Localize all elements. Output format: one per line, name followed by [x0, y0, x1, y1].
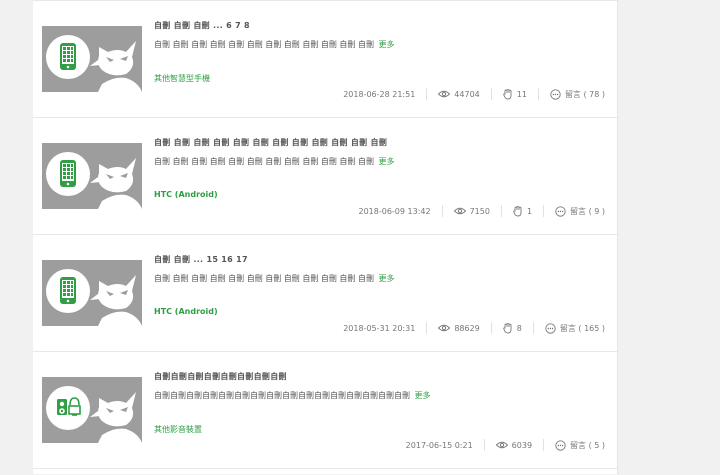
post-thumbnail[interactable] [42, 143, 142, 209]
post-meta: 2018-05-31 20:31 88629 8 留言 ( 165 ) [343, 321, 605, 335]
comment-count-value: 留言 ( 5 ) [570, 440, 605, 450]
comment-icon [555, 205, 566, 217]
excerpt-text: 自刪 自刪 自刪 自刪 自刪 自刪 自刪 自刪 自刪 自刪 自刪 自刪 [154, 274, 374, 283]
post-item[interactable]: 自刪自刪自刪自刪自刪自刪自刪自刪 自刪自刪自刪自刪自刪自刪自刪自刪自刪自刪自刪自… [33, 351, 617, 468]
more-link[interactable]: 更多 [379, 157, 395, 166]
post-date: 2018-06-28 21:51 [343, 89, 416, 99]
like-count-value: 11 [516, 89, 527, 99]
comment-count[interactable]: 留言 ( 78 ) [550, 88, 605, 100]
post-category[interactable]: HTC (Android) [154, 307, 218, 316]
post-title[interactable]: 自刪 自刪 自刪 ... 6 7 8 [154, 20, 250, 31]
comment-count[interactable]: 留言 ( 165 ) [545, 322, 605, 334]
divider [543, 439, 545, 451]
post-date: 2017-06-15 0:21 [405, 440, 473, 450]
comment-count-value: 留言 ( 78 ) [564, 89, 605, 99]
excerpt-text: 自刪 自刪 自刪 自刪 自刪 自刪 自刪 自刪 自刪 自刪 自刪 自刪 [154, 40, 374, 49]
comment-count-value: 留言 ( 9 ) [570, 206, 605, 216]
post-item[interactable]: 自刪 自刪 自刪 ... 6 7 8 自刪 自刪 自刪 自刪 自刪 自刪 自刪 … [33, 0, 617, 117]
post-excerpt: 自刪 自刪 自刪 自刪 自刪 自刪 自刪 自刪 自刪 自刪 自刪 自刪 更多 [154, 39, 395, 50]
eye-icon [438, 90, 451, 98]
divider [532, 322, 534, 334]
post-item[interactable]: 自刪 自刪 自刪 自刪 自刪 自刪 自刪 自刪 自刪 自刪 自刪 自刪 自刪 自… [33, 117, 617, 234]
post-list: 自刪 自刪 自刪 ... 6 7 8 自刪 自刪 自刪 自刪 自刪 自刪 自刪 … [33, 0, 618, 474]
phone-icon [46, 35, 142, 92]
post-title[interactable]: 自刪 自刪 自刪 自刪 自刪 自刪 自刪 自刪 自刪 自刪 自刪 自刪 [154, 137, 387, 148]
post-thumbnail[interactable] [42, 377, 142, 443]
more-link[interactable]: 更多 [415, 391, 431, 400]
post-category[interactable]: 其他影音裝置 [154, 424, 202, 435]
more-link[interactable]: 更多 [379, 274, 395, 283]
av-device-icon [46, 386, 142, 443]
post-thumbnail[interactable] [42, 260, 142, 326]
like-count[interactable]: 1 [513, 205, 533, 217]
divider [543, 205, 545, 217]
like-count[interactable]: 8 [503, 322, 522, 334]
hand-icon [503, 322, 513, 334]
comment-count[interactable]: 留言 ( 9 ) [555, 205, 605, 217]
like-count[interactable]: 11 [503, 88, 527, 100]
hand-icon [503, 88, 513, 100]
post-meta: 2017-06-15 0:21 6039 留言 ( 5 ) [406, 438, 605, 452]
comment-count[interactable]: 留言 ( 5 ) [555, 439, 605, 451]
post-category[interactable]: 其他智慧型手機 [154, 73, 210, 84]
post-meta: 2018-06-28 21:51 44704 11 留言 ( 78 ) [343, 87, 605, 101]
eye-icon [453, 207, 466, 215]
view-count-value: 44704 [454, 89, 480, 99]
divider [490, 322, 492, 334]
post-thumbnail[interactable] [42, 26, 142, 92]
more-link[interactable]: 更多 [379, 40, 395, 49]
phone-icon [46, 152, 142, 209]
phone-icon [46, 269, 142, 326]
post-date: 2018-06-09 13:42 [358, 206, 431, 216]
comment-icon [545, 322, 556, 334]
like-count-value: 1 [526, 206, 533, 216]
excerpt-text: 自刪 自刪 自刪 自刪 自刪 自刪 自刪 自刪 自刪 自刪 自刪 自刪 [154, 157, 374, 166]
divider [426, 322, 428, 334]
eye-icon [438, 324, 451, 332]
view-count: 7150 [453, 206, 490, 216]
divider [426, 88, 428, 100]
like-count-value: 8 [516, 323, 522, 333]
post-meta: 2018-06-09 13:42 7150 1 留言 ( 9 ) [358, 204, 605, 218]
post-excerpt: 自刪 自刪 自刪 自刪 自刪 自刪 自刪 自刪 自刪 自刪 自刪 自刪 更多 [154, 273, 395, 284]
divider [500, 205, 502, 217]
post-item[interactable]: 自刪 自刪 ... 15 16 17 自刪 自刪 自刪 自刪 自刪 自刪 自刪 … [33, 234, 617, 351]
post-category[interactable]: HTC (Android) [154, 190, 218, 199]
view-count-value: 88629 [454, 323, 480, 333]
divider [537, 88, 539, 100]
eye-icon [495, 441, 508, 449]
post-date: 2018-05-31 20:31 [343, 323, 416, 333]
hand-icon [513, 205, 523, 217]
post-excerpt: 自刪 自刪 自刪 自刪 自刪 自刪 自刪 自刪 自刪 自刪 自刪 自刪 更多 [154, 156, 395, 167]
view-count: 6039 [495, 440, 533, 450]
divider [441, 205, 443, 217]
comment-icon [550, 88, 561, 100]
post-title[interactable]: 自刪 自刪 ... 15 16 17 [154, 254, 248, 265]
post-title[interactable]: 自刪自刪自刪自刪自刪自刪自刪自刪 [154, 371, 287, 382]
view-count-value: 6039 [511, 440, 533, 450]
divider [490, 88, 492, 100]
view-count-value: 7150 [469, 206, 490, 216]
post-excerpt: 自刪自刪自刪自刪自刪自刪自刪自刪自刪自刪自刪自刪自刪自刪自刪自刪 更多 [154, 390, 431, 401]
divider [483, 439, 485, 451]
excerpt-text: 自刪自刪自刪自刪自刪自刪自刪自刪自刪自刪自刪自刪自刪自刪自刪自刪 [154, 391, 410, 400]
comment-count-value: 留言 ( 165 ) [559, 323, 605, 333]
view-count: 44704 [438, 89, 480, 99]
comment-icon [555, 439, 566, 451]
view-count: 88629 [438, 323, 480, 333]
